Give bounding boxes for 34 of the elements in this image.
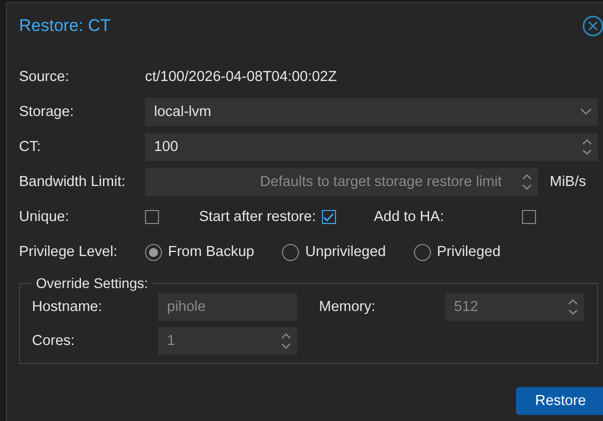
ct-field[interactable]: 100 [145, 133, 598, 161]
source-value: ct/100/2026-04-08T04:00:02Z [145, 69, 337, 85]
field-label: CT: [19, 139, 42, 155]
option-label: Start after restore: [199, 209, 316, 225]
radio-option[interactable]: From Backup [145, 244, 254, 260]
field-label: Hostname: [32, 299, 104, 315]
checkbox[interactable] [522, 210, 536, 224]
option-label: Add to HA: [374, 209, 444, 225]
checkbox[interactable] [322, 210, 336, 224]
radio-option[interactable]: Privileged [414, 244, 501, 260]
checkbox[interactable] [145, 210, 159, 224]
spinner-field[interactable]: 512 [445, 293, 584, 321]
field-label: Storage: [19, 104, 75, 120]
radio-option[interactable]: Unprivileged [282, 244, 386, 260]
bandwidth-field[interactable]: Defaults to target storage restore limit [145, 168, 538, 196]
field-label: Source: [19, 69, 70, 85]
option-label: Unique: [19, 209, 70, 225]
field-label: Privilege Level: [19, 244, 118, 260]
spinner-field[interactable]: 1 [158, 327, 297, 355]
spinner-icon[interactable] [568, 298, 578, 316]
close-icon[interactable] [582, 15, 603, 37]
storage-select[interactable]: local-lvm [145, 98, 598, 126]
field-label: Cores: [32, 333, 76, 349]
spinner-icon[interactable] [281, 332, 291, 350]
field-label: Bandwidth Limit: [19, 174, 126, 190]
text-field[interactable]: pihole [158, 293, 297, 321]
spinner-icon[interactable] [582, 138, 592, 156]
spinner-icon[interactable] [522, 173, 532, 191]
field-label: Memory: [319, 299, 376, 315]
unit-label: MiB/s [550, 174, 586, 190]
window-title: Restore: CT [19, 16, 111, 36]
group-legend: Override Settings: [32, 275, 152, 291]
restore-button[interactable]: Restore [516, 387, 603, 415]
chevron-down-icon [580, 108, 592, 116]
